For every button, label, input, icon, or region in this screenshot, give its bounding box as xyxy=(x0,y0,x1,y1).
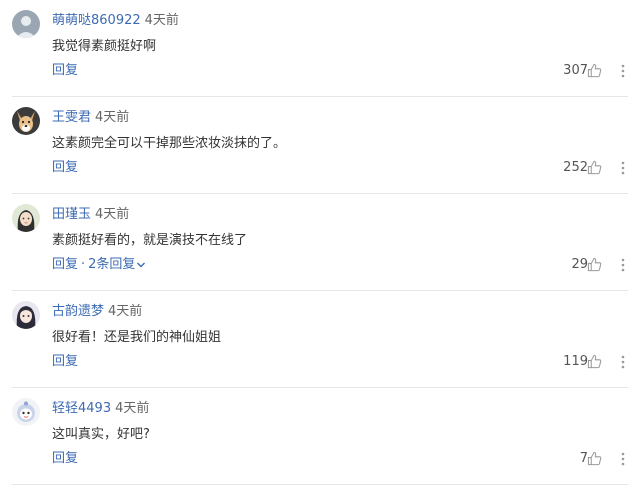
comment-username[interactable]: 轻轻4493 xyxy=(52,401,111,416)
reply-button[interactable]: 回复 xyxy=(52,451,78,466)
reply-button[interactable]: 回复 xyxy=(52,354,78,369)
anime-avatar-icon[interactable] xyxy=(12,301,40,329)
dog-avatar-icon[interactable] xyxy=(12,107,40,135)
separator-dot: · xyxy=(81,257,86,272)
thumbs-up-icon[interactable] xyxy=(587,451,602,466)
like-count: 252 xyxy=(563,160,588,175)
comment-time: 4天前 xyxy=(95,207,130,222)
comment-actions: 回复 xyxy=(52,159,78,177)
comment-username[interactable]: 王雯君 xyxy=(52,110,91,125)
comment-actions: 回复 · 2条回复 xyxy=(52,256,146,274)
thumbs-up-icon[interactable] xyxy=(587,160,602,175)
view-replies-button[interactable]: 2条回复 xyxy=(88,257,146,272)
comment-text: 这素颜完全可以干掉那些浓妆淡抹的了。 xyxy=(52,136,287,151)
comment-text: 很好看！还是我们的神仙姐姐 xyxy=(52,330,222,345)
chevron-down-icon xyxy=(137,262,146,267)
comment-item: 王雯君 4天前 这素颜完全可以干掉那些浓妆淡抹的了。 回复 252 xyxy=(0,97,640,194)
reply-button[interactable]: 回复 xyxy=(52,257,78,272)
thumbs-up-icon[interactable] xyxy=(587,257,602,272)
comment-item: 田瑾玉 4天前 素颜挺好看的，就是演技不在线了 回复 · 2条回复 29 xyxy=(0,194,640,291)
comment-text: 这叫真实，好吧? xyxy=(52,427,150,442)
comment-meta: 田瑾玉 4天前 xyxy=(52,206,129,224)
reply-button[interactable]: 回复 xyxy=(52,160,78,175)
more-icon[interactable] xyxy=(618,355,628,369)
comment-actions: 回复 xyxy=(52,62,78,80)
gray-avatar-icon[interactable] xyxy=(12,10,40,38)
girl-avatar-icon[interactable] xyxy=(12,204,40,232)
comment-username[interactable]: 萌萌哒860922 xyxy=(52,13,141,28)
more-icon[interactable] xyxy=(618,64,628,78)
comment-item: 轻轻4493 4天前 这叫真实，好吧? 回复 7 xyxy=(0,388,640,485)
cartoon-avatar-icon[interactable] xyxy=(12,398,40,426)
like-count: 119 xyxy=(563,354,588,369)
comment-meta: 王雯君 4天前 xyxy=(52,109,129,127)
comment-time: 4天前 xyxy=(144,13,179,28)
comment-time: 4天前 xyxy=(95,110,130,125)
comment-username[interactable]: 田瑾玉 xyxy=(52,207,91,222)
comment-item: 萌萌哒860922 4天前 我觉得素颜挺好啊 回复 307 xyxy=(0,0,640,97)
reply-button[interactable]: 回复 xyxy=(52,63,78,78)
comment-actions: 回复 xyxy=(52,353,78,371)
comment-text: 我觉得素颜挺好啊 xyxy=(52,39,157,54)
comment-actions: 回复 xyxy=(52,450,78,468)
comment-time: 4天前 xyxy=(108,304,143,319)
separator xyxy=(12,484,628,485)
more-icon[interactable] xyxy=(618,258,628,272)
comment-item: 古韵遗梦 4天前 很好看！还是我们的神仙姐姐 回复 119 xyxy=(0,291,640,388)
comment-username[interactable]: 古韵遗梦 xyxy=(52,304,104,319)
comment-text: 素颜挺好看的，就是演技不在线了 xyxy=(52,233,248,248)
like-count: 29 xyxy=(571,257,588,272)
thumbs-up-icon[interactable] xyxy=(587,63,602,78)
more-icon[interactable] xyxy=(618,452,628,466)
more-icon[interactable] xyxy=(618,161,628,175)
thumbs-up-icon[interactable] xyxy=(587,354,602,369)
comment-meta: 古韵遗梦 4天前 xyxy=(52,303,142,321)
sub-replies-label: 2条回复 xyxy=(88,257,136,272)
like-count: 307 xyxy=(563,63,588,78)
comment-meta: 轻轻4493 4天前 xyxy=(52,400,149,418)
comment-time: 4天前 xyxy=(115,401,150,416)
comment-meta: 萌萌哒860922 4天前 xyxy=(52,12,179,30)
